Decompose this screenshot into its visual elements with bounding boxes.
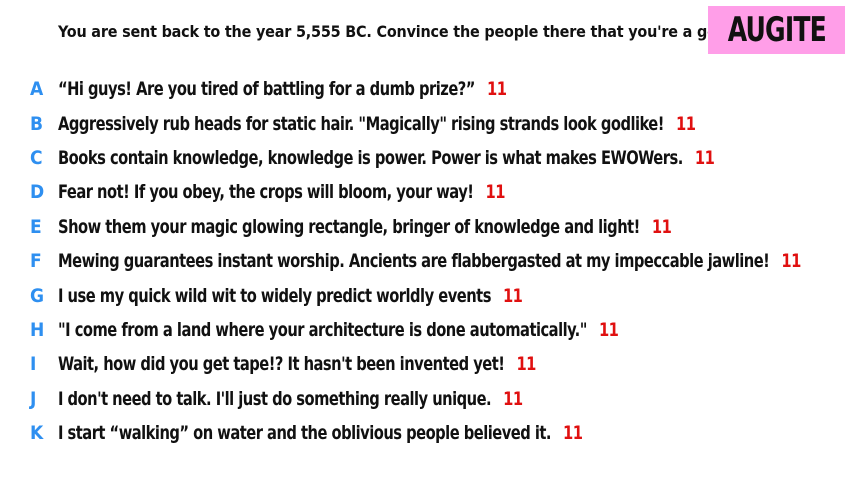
response-body: “Hi guys! Are you tired of battling for … (58, 78, 475, 101)
response-letter: F (30, 250, 42, 273)
response-letter: B (30, 112, 44, 135)
response-body: Show them your magic glowing rectangle, … (58, 215, 640, 238)
prompt-text: You are sent back to the year 5,555 BC. … (58, 22, 733, 41)
response-letter: H (30, 318, 45, 341)
response-text: "I come from a land where your architect… (58, 318, 619, 341)
response-row: D Fear not! If you obey, the crops will b… (0, 175, 853, 209)
response-body: Mewing guarantees instant worship. Ancie… (58, 250, 770, 273)
response-text: I don't need to talk. I'll just do somet… (58, 388, 523, 410)
response-row: C Books contain knowledge, knowledge is p… (0, 141, 853, 175)
response-body: Books contain knowledge, knowledge is po… (58, 146, 683, 169)
response-score: 11 (503, 387, 523, 410)
response-row: E Show them your magic glowing rectangle,… (0, 210, 853, 244)
response-letter: K (30, 422, 44, 445)
response-row: F Mewing guarantees instant worship. Anci… (0, 244, 853, 278)
response-row: A “Hi guys! Are you tired of battling for… (0, 72, 853, 106)
response-letter: A (30, 78, 44, 101)
contestant-name-badge: AUGITE (708, 6, 845, 54)
response-score: 11 (486, 78, 507, 101)
contestant-name: AUGITE (727, 10, 826, 50)
response-text: Books contain knowledge, knowledge is po… (58, 146, 715, 169)
response-body: Wait, how did you get tape!? It hasn't b… (58, 353, 505, 376)
response-list: A “Hi guys! Are you tired of battling for… (0, 72, 853, 450)
response-score: 11 (781, 250, 801, 273)
response-body: Fear not! If you obey, the crops will bl… (58, 181, 474, 204)
response-letter: C (30, 146, 43, 169)
response-body: I don't need to talk. I'll just do somet… (58, 387, 492, 410)
response-score: 11 (598, 318, 619, 341)
response-text: Aggressively rub heads for static hair. … (58, 112, 696, 135)
response-body: "I come from a land where your architect… (58, 318, 587, 341)
response-text: “Hi guys! Are you tired of battling for … (58, 78, 507, 101)
response-score: 11 (676, 112, 696, 135)
response-row: G I use my quick wild wit to widely predi… (0, 278, 853, 312)
response-body: I start “walking” on water and the obliv… (58, 422, 551, 445)
response-row: I Wait, how did you get tape!? It hasn't … (0, 347, 853, 381)
response-text: Show them your magic glowing rectangle, … (58, 215, 672, 238)
response-score: 11 (516, 353, 536, 376)
response-score: 11 (651, 215, 672, 238)
response-letter: J (30, 387, 37, 410)
response-letter: E (30, 215, 42, 238)
response-letter: G (30, 284, 45, 307)
response-text: I start “walking” on water and the obliv… (58, 422, 583, 445)
response-row: J I don't need to talk. I'll just do some… (0, 382, 853, 416)
response-row: H "I come from a land where your architec… (0, 313, 853, 347)
response-score: 11 (502, 284, 523, 307)
response-text: I use my quick wild wit to widely predic… (58, 284, 523, 307)
response-letter: D (30, 181, 45, 204)
response-score: 11 (694, 146, 715, 169)
response-score: 11 (485, 181, 505, 204)
response-text: Fear not! If you obey, the crops will bl… (58, 181, 505, 203)
response-body: I use my quick wild wit to widely predic… (58, 284, 491, 307)
response-row: K I start “walking” on water and the obli… (0, 416, 853, 450)
response-text: Mewing guarantees instant worship. Ancie… (58, 250, 801, 272)
response-text: Wait, how did you get tape!? It hasn't b… (58, 353, 536, 375)
response-letter: I (30, 353, 37, 376)
response-score: 11 (562, 422, 583, 445)
response-row: B Aggressively rub heads for static hair.… (0, 106, 853, 140)
response-body: Aggressively rub heads for static hair. … (58, 112, 664, 135)
